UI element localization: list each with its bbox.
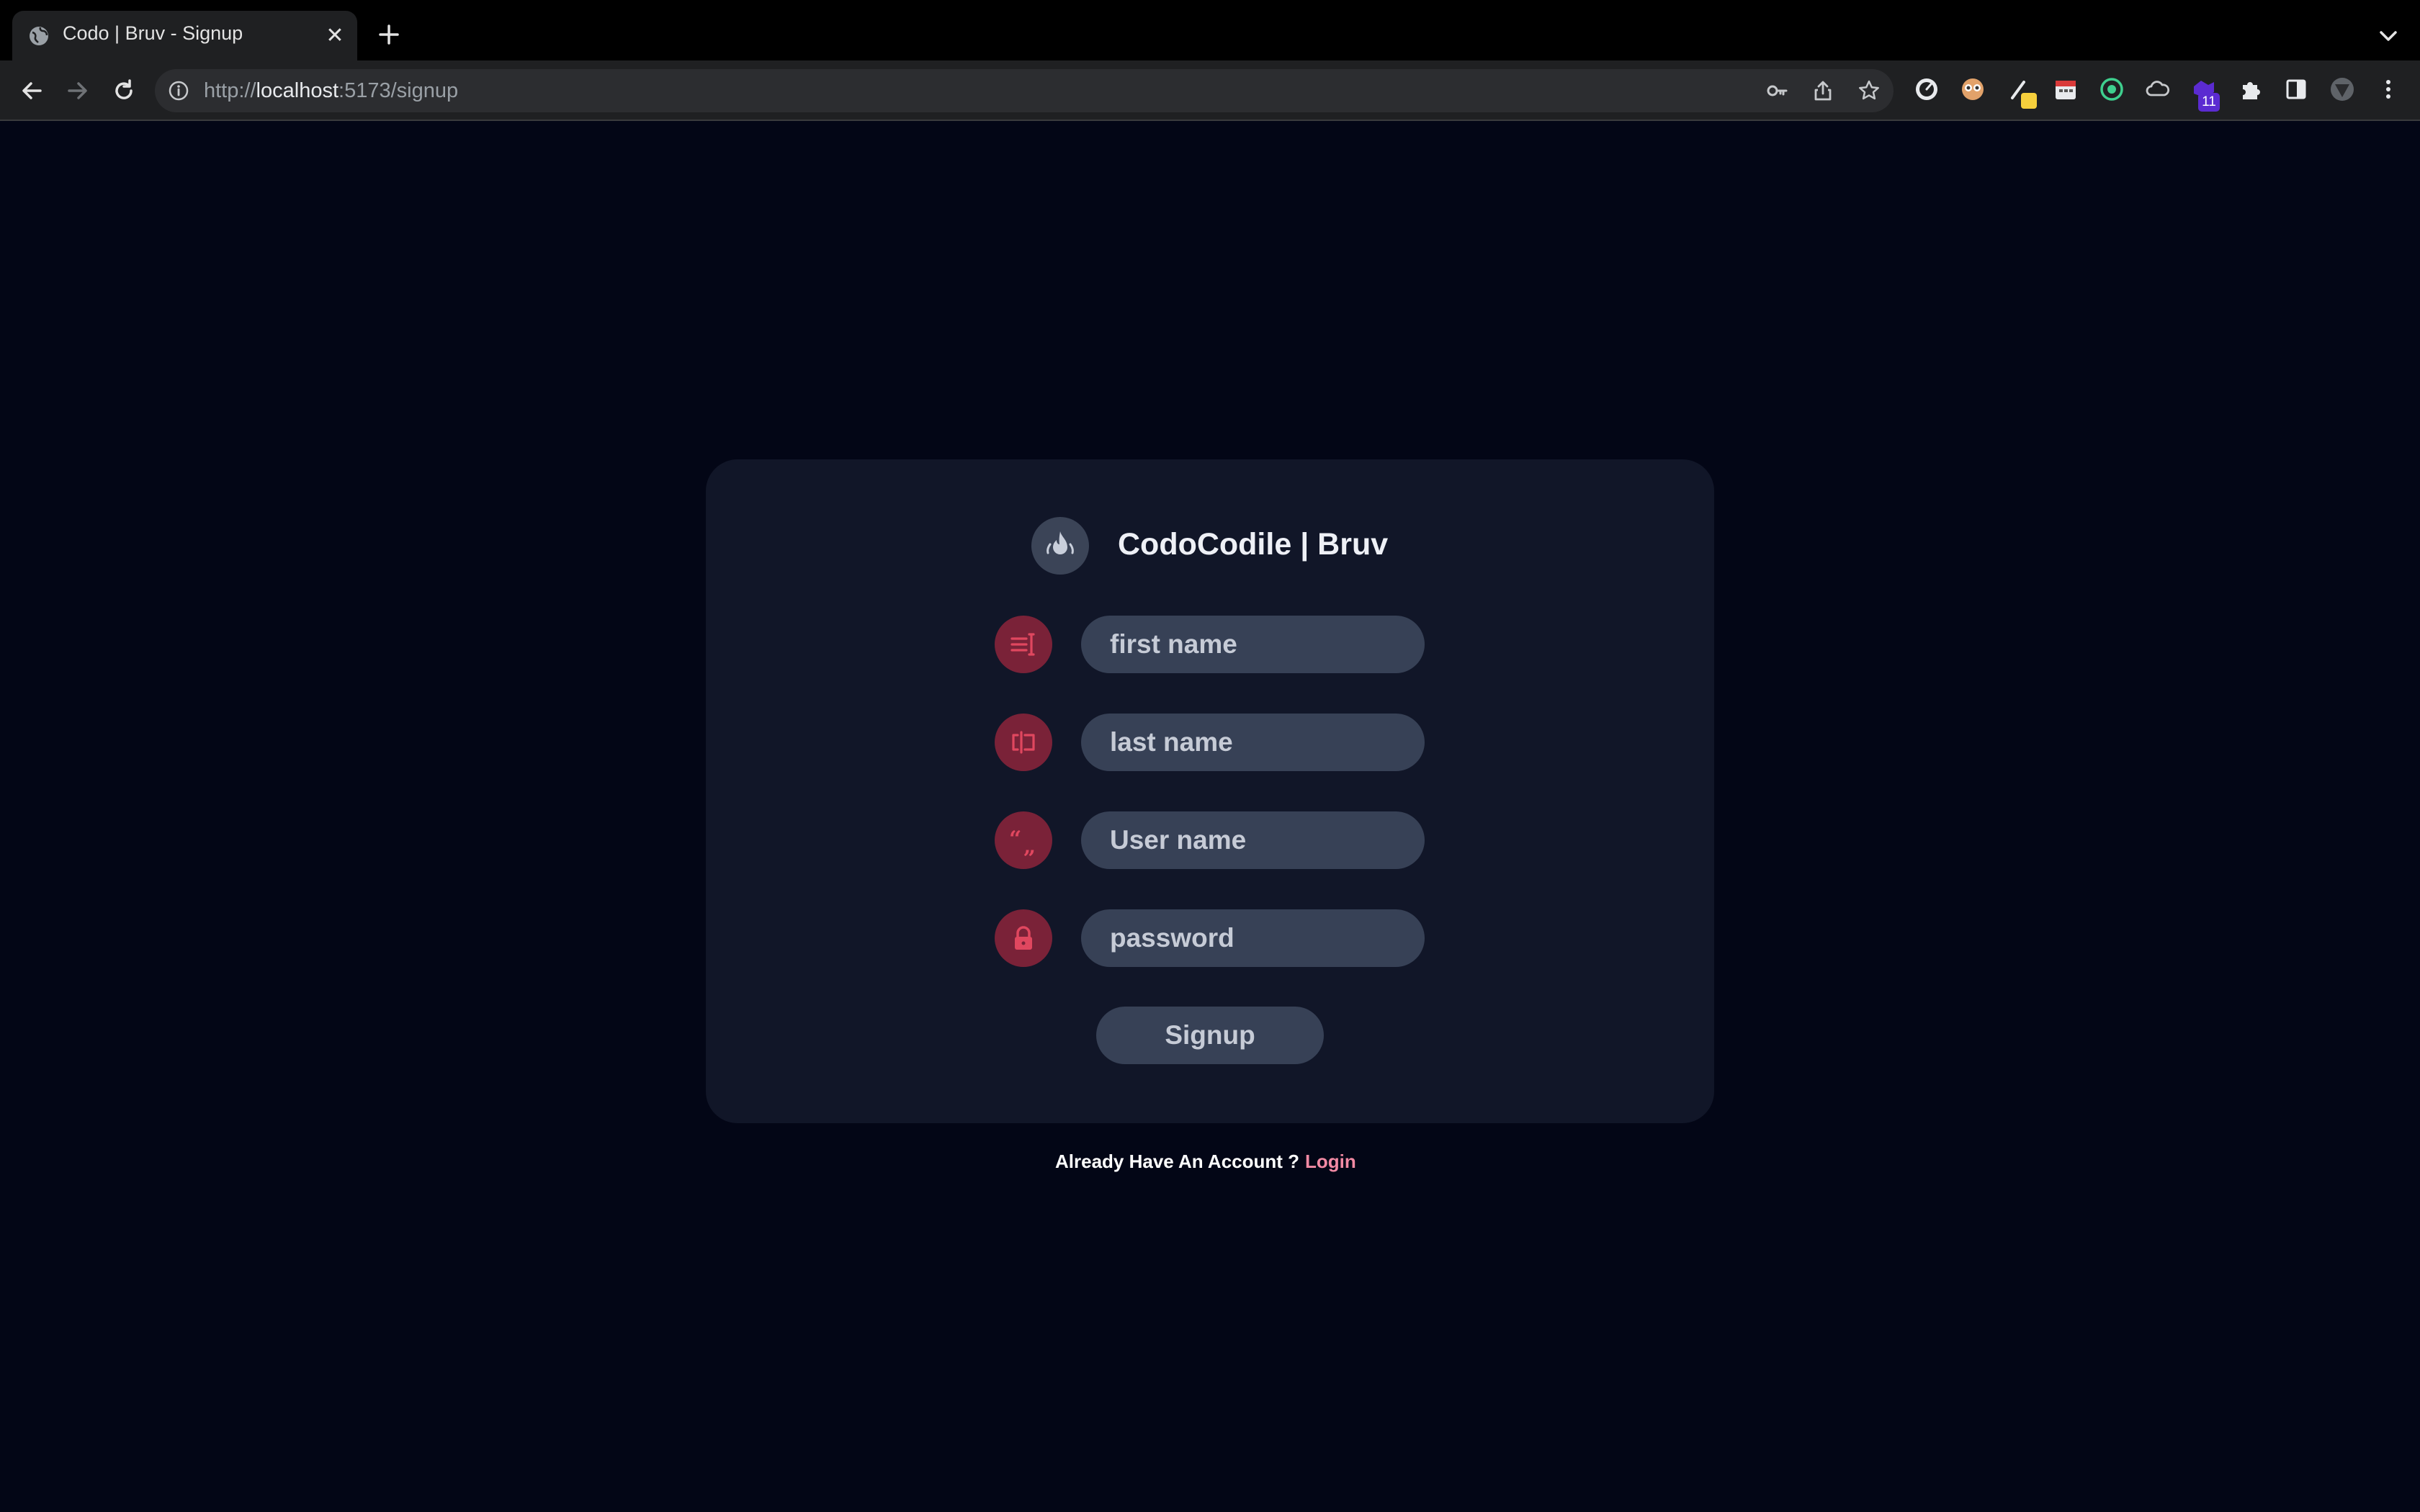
- extension-count-badge: 11: [2198, 93, 2220, 112]
- svg-text:“: “: [1009, 827, 1021, 852]
- login-link[interactable]: Login: [1305, 1151, 1356, 1173]
- password-input[interactable]: [1081, 909, 1425, 967]
- url-text[interactable]: http://localhost:5173/signup: [204, 79, 458, 103]
- side-panel-icon[interactable]: [2283, 76, 2309, 102]
- speed-gauge-extension-icon[interactable]: [1914, 76, 1940, 102]
- back-arrow-icon[interactable]: [16, 75, 48, 107]
- first-name-input[interactable]: [1081, 616, 1425, 673]
- text-field-icon: [1012, 731, 1035, 754]
- cloud-extension-icon[interactable]: [2145, 76, 2171, 102]
- extension-badge: [2021, 93, 2037, 109]
- address-bar[interactable]: http://localhost:5173/signup: [155, 69, 1894, 112]
- brand-logo: [1031, 517, 1089, 575]
- signup-button[interactable]: Signup: [1096, 1007, 1324, 1064]
- flame-icon: [1047, 531, 1074, 554]
- new-tab-icon[interactable]: [375, 20, 403, 49]
- password-icon-badge: [995, 909, 1052, 967]
- bookmark-star-icon[interactable]: [1857, 79, 1881, 102]
- first-name-icon-badge: [995, 616, 1052, 673]
- username-input[interactable]: [1081, 811, 1425, 869]
- target-extension-icon[interactable]: [2099, 76, 2125, 102]
- last-name-icon-badge: [995, 714, 1052, 771]
- username-icon-badge: “ „: [995, 811, 1052, 869]
- extensions-puzzle-icon[interactable]: [2237, 76, 2263, 102]
- share-icon[interactable]: [1811, 79, 1834, 102]
- tab-title: Codo | Bruv - Signup: [63, 22, 243, 44]
- browser-tab[interactable]: Codo | Bruv - Signup ✕: [12, 11, 357, 60]
- tab-close-icon[interactable]: ✕: [323, 24, 347, 48]
- more-menu-icon[interactable]: [2375, 76, 2401, 102]
- chevron-down-icon[interactable]: [2374, 22, 2403, 50]
- profile-avatar-icon[interactable]: [2329, 76, 2355, 102]
- last-name-input[interactable]: [1081, 714, 1425, 771]
- browser-tab-strip: Codo | Bruv - Signup ✕: [0, 0, 2420, 60]
- reload-icon[interactable]: [108, 75, 140, 107]
- info-icon[interactable]: [168, 80, 189, 102]
- key-icon[interactable]: [1765, 79, 1788, 102]
- face-extension-icon[interactable]: [1960, 76, 1986, 102]
- brand-title: CodoCodile | Bruv: [1118, 527, 1389, 562]
- lock-icon: [1015, 926, 1032, 950]
- text-cursor-icon: [1010, 633, 1035, 656]
- calendar-extension-icon[interactable]: [2053, 76, 2079, 102]
- svg-text:„: „: [1023, 834, 1036, 856]
- forward-arrow-icon[interactable]: [62, 75, 94, 107]
- globe-icon: [30, 27, 48, 45]
- quote-icon: “ „: [1009, 827, 1036, 856]
- account-prompt: Already Have An Account ?: [1055, 1151, 1300, 1172]
